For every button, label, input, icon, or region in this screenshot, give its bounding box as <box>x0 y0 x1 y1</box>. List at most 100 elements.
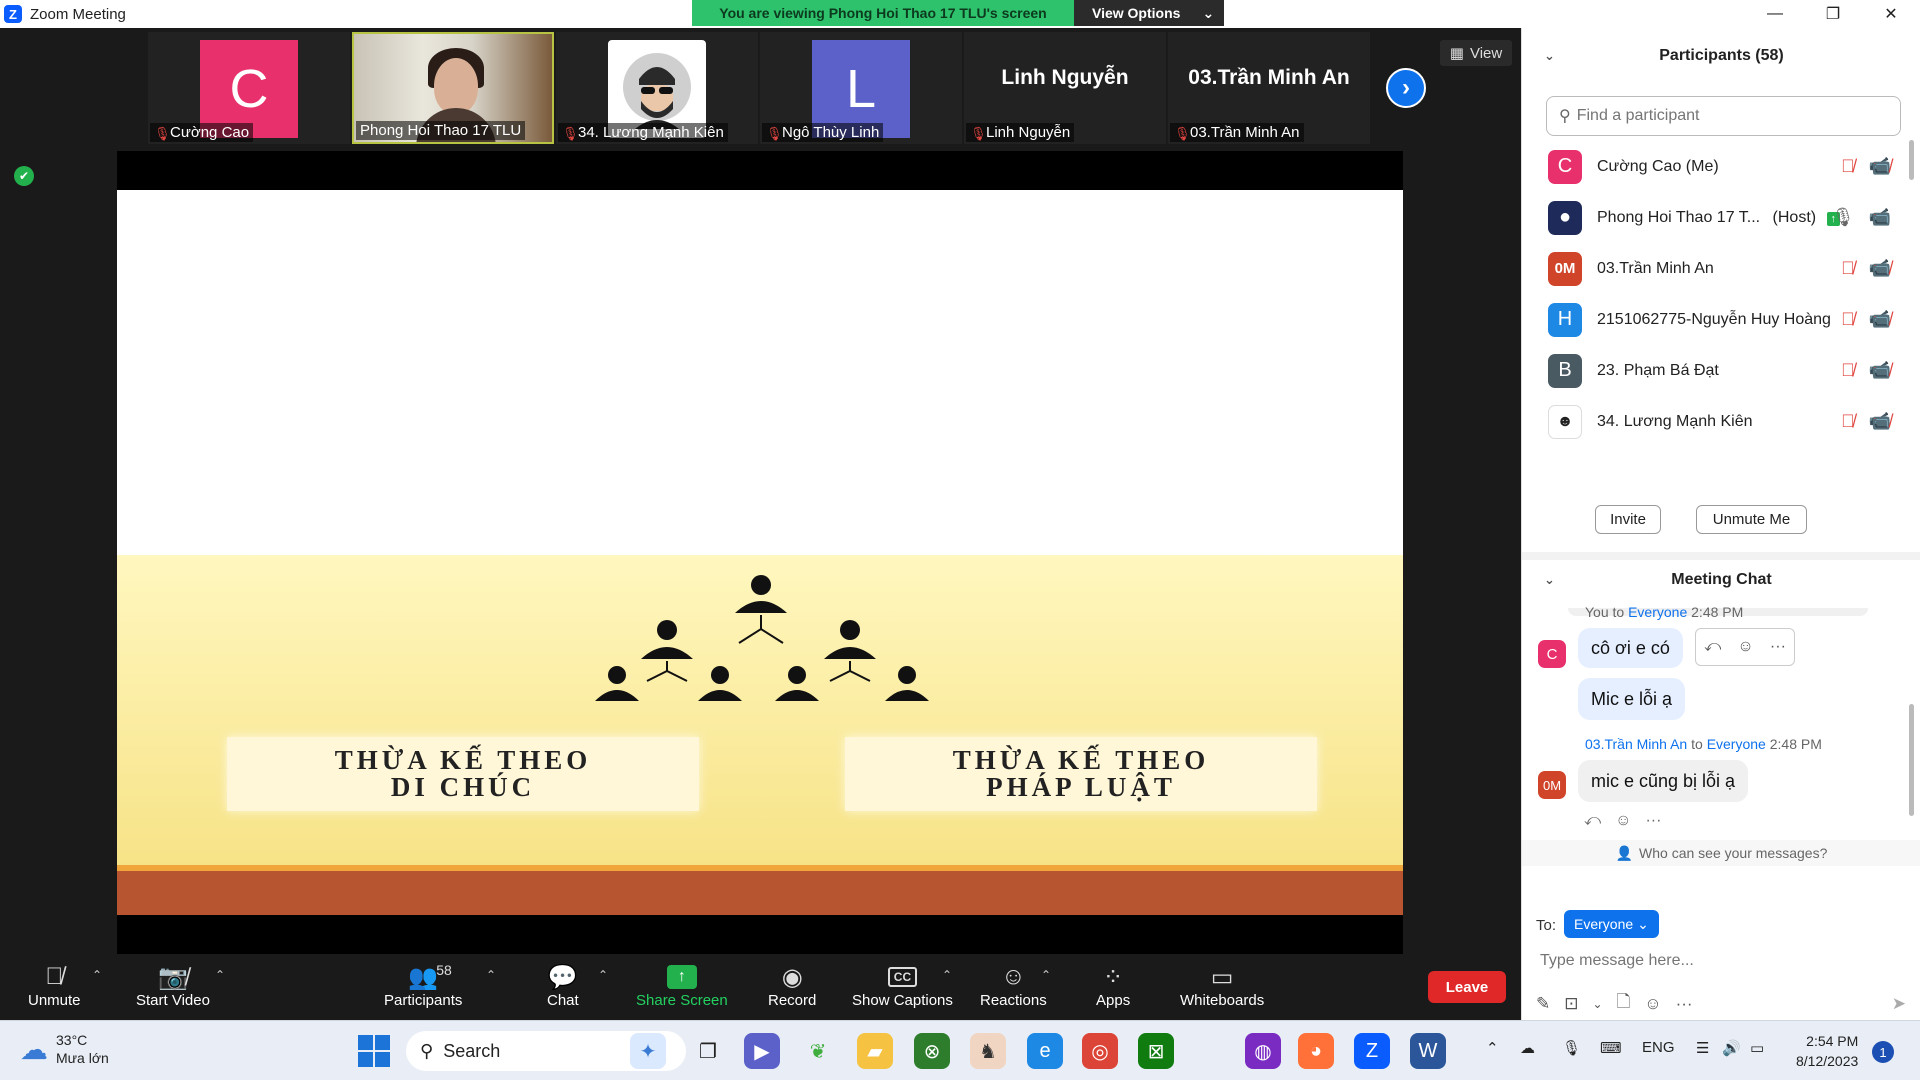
unmute-button[interactable]: 🎙̸ Unmute <box>28 962 81 1009</box>
video-tile[interactable]: C 🎙 Cường Cao <box>148 32 350 144</box>
chat-caret-icon[interactable]: ⌃ <box>598 968 608 982</box>
start-video-button[interactable]: 📷̸ Start Video <box>136 962 210 1010</box>
firefox-browser-icon[interactable]: ◕ <box>1298 1033 1334 1069</box>
language-indicator[interactable]: ENG <box>1642 1039 1675 1056</box>
chat-scrollbar[interactable] <box>1909 704 1914 816</box>
taskbar-search-label: Search <box>443 1040 501 1061</box>
chat-message[interactable]: Mic e lỗi ạ <box>1578 678 1686 720</box>
participant-search[interactable]: ⚲ <box>1546 96 1901 136</box>
participant-search-input[interactable] <box>1576 107 1877 125</box>
whiteboards-button[interactable]: ▭ Whiteboards <box>1180 962 1264 1010</box>
apps-button[interactable]: ⁘ Apps <box>1096 962 1130 1010</box>
microphone-icon[interactable]: 🎙 <box>1562 1039 1581 1057</box>
captions-caret-icon[interactable]: ⌃ <box>942 968 952 982</box>
close-window-button[interactable]: ✕ <box>1862 0 1920 28</box>
unmute-me-button[interactable]: Unmute Me <box>1696 505 1807 534</box>
participants-button[interactable]: 👥 58 Participants <box>384 962 462 1009</box>
view-button-label: View <box>1469 44 1503 62</box>
recipient-select-label: Everyone <box>1574 916 1634 932</box>
weather-widget[interactable]: ☁ 33°C Mưa lớn <box>20 1031 109 1067</box>
meet-chat-icon[interactable]: ▶ <box>744 1033 780 1069</box>
chat-button[interactable]: 💬 Chat <box>547 962 579 1010</box>
participant-row[interactable]: C Cường Cao (Me) 🎙̸ 📹̸ <box>1522 141 1920 192</box>
leave-button[interactable]: Leave <box>1428 971 1506 1003</box>
share-screen-button[interactable]: ↑ Share Screen <box>636 962 728 1009</box>
edge-browser-icon[interactable]: e <box>1027 1033 1063 1069</box>
emoji-react-icon[interactable]: ☺ <box>1737 638 1753 656</box>
video-tile[interactable]: Linh Nguyễn 🎙 Linh Nguyễn <box>964 32 1166 144</box>
chrome-browser-icon[interactable]: ◎ <box>1082 1033 1118 1069</box>
chat-toolbar: ✎ ⊡ ⌄ 🗋 ☺ ··· ➤ <box>1536 989 1906 1018</box>
clock-time: 2:54 PM <box>1806 1033 1859 1049</box>
leaf-app-icon[interactable]: ❦ <box>800 1033 836 1069</box>
keyboard-icon[interactable]: ⌨ <box>1600 1039 1622 1057</box>
xbox-app-icon[interactable]: ⊗ <box>914 1033 950 1069</box>
video-tile-label: 🎙 34. Lương Mạnh Kiên <box>558 123 728 142</box>
video-tile-active-speaker[interactable]: Phong Hoi Thao 17 TLU <box>352 32 554 144</box>
encryption-shield-icon[interactable]: ✔ <box>14 166 34 186</box>
collapse-participants-chevron-icon[interactable]: ⌄ <box>1544 48 1555 64</box>
more-options-icon[interactable]: ··· <box>1770 638 1786 656</box>
wifi-icon[interactable]: ☰ <box>1696 1039 1709 1057</box>
invite-button[interactable]: Invite <box>1595 505 1661 534</box>
battery-icon[interactable]: ▭ <box>1750 1039 1764 1057</box>
volume-icon[interactable]: 🔊 <box>1722 1039 1741 1057</box>
screenshot-caret-icon[interactable]: ⌄ <box>1593 997 1603 1011</box>
copilot-widget-icon[interactable]: ✦ <box>630 1033 666 1069</box>
participant-row[interactable]: H 2151062775-Nguyễn Huy Hoàng 🎙̸ 📹̸ <box>1522 294 1920 345</box>
participant-row[interactable]: B 23. Phạm Bá Đạt 🎙̸ 📹̸ <box>1522 345 1920 396</box>
chat-message[interactable]: mic e cũng bị lỗi ạ <box>1578 760 1749 802</box>
reply-icon[interactable]: ⤺ <box>1584 812 1601 830</box>
view-button[interactable]: ▦ View <box>1440 40 1512 66</box>
more-icon[interactable]: ··· <box>1676 994 1693 1014</box>
record-button[interactable]: ◉ Record <box>768 962 816 1010</box>
collapse-chat-chevron-icon[interactable]: ⌄ <box>1544 572 1555 588</box>
view-options-button[interactable]: View Options ⌄ <box>1074 0 1224 26</box>
participants-caret-icon[interactable]: ⌃ <box>486 968 496 982</box>
emoji-react-icon[interactable]: ☺ <box>1615 812 1631 830</box>
chat-message[interactable]: cô ơi e có <box>1578 628 1683 668</box>
show-hidden-icons-chevron-icon[interactable]: ⌃ <box>1486 1039 1499 1057</box>
video-stage: C 🎙 Cường Cao Phong Hoi Thao 17 TLU 🎙 34… <box>0 28 1521 954</box>
video-tile-label: Phong Hoi Thao 17 TLU <box>356 121 526 140</box>
notification-badge[interactable]: 1 <box>1872 1041 1894 1063</box>
xbox-game-bar-icon[interactable]: ⊠ <box>1138 1033 1174 1069</box>
participant-row[interactable]: 0M 03.Trần Minh An 🎙̸ 📹̸ <box>1522 243 1920 294</box>
video-options-caret-icon[interactable]: ⌃ <box>215 968 225 982</box>
windows-start-icon[interactable] <box>358 1035 390 1067</box>
video-tile[interactable]: 🎙 34. Lương Mạnh Kiên <box>556 32 758 144</box>
screenshot-icon[interactable]: ⊡ <box>1564 994 1578 1014</box>
who-can-see-link[interactable]: 👤 Who can see your messages? <box>1522 840 1920 866</box>
game-app-icon[interactable]: ♞ <box>970 1033 1006 1069</box>
audio-options-caret-icon[interactable]: ⌃ <box>92 968 102 982</box>
zoom-app-icon[interactable]: Z <box>1354 1033 1390 1069</box>
task-view-icon[interactable]: ❐ <box>690 1033 726 1069</box>
store-app-icon[interactable]: ◍ <box>1245 1033 1281 1069</box>
reactions-button[interactable]: ☺ Reactions <box>980 962 1047 1009</box>
zoom-logo-icon: Z <box>4 5 22 23</box>
network-off-icon[interactable]: ☁ <box>1520 1039 1535 1057</box>
send-icon[interactable]: ➤ <box>1892 994 1906 1014</box>
next-page-arrow-icon[interactable]: › <box>1386 68 1426 108</box>
video-tile[interactable]: 03.Trần Minh An 🎙 03.Trần Minh An <box>1168 32 1370 144</box>
word-app-icon[interactable]: W <box>1410 1033 1446 1069</box>
format-text-icon[interactable]: ✎ <box>1536 994 1550 1014</box>
emoji-icon[interactable]: ☺ <box>1644 994 1661 1014</box>
participant-row[interactable]: ● Phong Hoi Thao 17 T... (Host) ↑ 🎙 📹 <box>1522 192 1920 243</box>
reactions-caret-icon[interactable]: ⌃ <box>1041 968 1051 982</box>
participant-row[interactable]: ☻ 34. Lương Mạnh Kiên 🎙̸ 📹̸ <box>1522 396 1920 447</box>
more-options-icon[interactable]: ··· <box>1645 812 1661 830</box>
recipient-select[interactable]: Everyone ⌄ <box>1564 910 1659 938</box>
message-sender: You <box>1585 604 1609 620</box>
show-captions-button[interactable]: CC Show Captions <box>852 962 953 1009</box>
minimize-button[interactable]: — <box>1746 0 1804 28</box>
maximize-button[interactable]: ❐ <box>1804 0 1862 28</box>
system-clock[interactable]: 2:54 PM 8/12/2023 <box>1796 1031 1858 1071</box>
file-explorer-icon[interactable]: ▰ <box>857 1033 893 1069</box>
participants-scrollbar[interactable] <box>1909 140 1914 180</box>
file-icon[interactable]: 🗋 <box>1617 989 1631 1018</box>
chat-message-input[interactable] <box>1540 952 1900 970</box>
reply-icon[interactable]: ⤺ <box>1704 638 1721 656</box>
video-tile[interactable]: L 🎙 Ngô Thùy Linh <box>760 32 962 144</box>
participant-avatar: B <box>1548 353 1582 388</box>
